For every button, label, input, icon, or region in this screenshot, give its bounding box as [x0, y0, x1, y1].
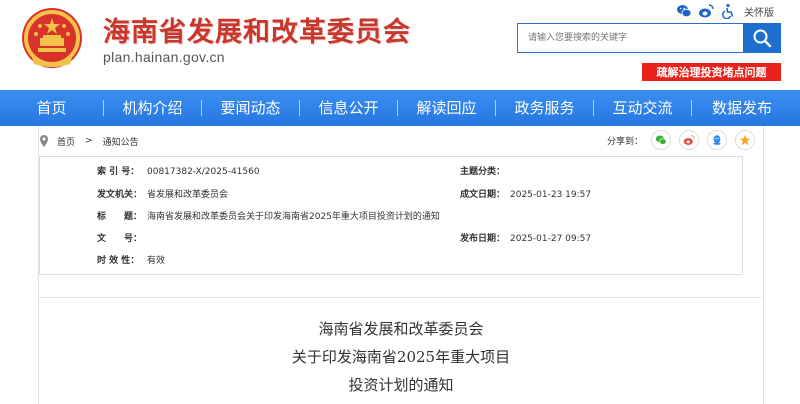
qq-icon — [713, 135, 721, 145]
breadcrumb: 首页 > 通知公告 — [39, 133, 139, 149]
validity-label: 时 效 性： — [97, 256, 140, 266]
published-date-value: 2025-01-27 09:57 — [510, 234, 592, 244]
main-nav: 首页 机构介绍 要闻动态 信息公开 解读回应 政务服务 互动交流 数据发布 — [0, 90, 800, 126]
issuer-value: 省发展和改革委员会 — [147, 190, 229, 200]
meta-row: 文 号： 发布日期： 2025-01-27 09:57 — [40, 230, 744, 248]
title-value: 海南省发展和改革委员会关于印发海南省2025年重大项目投资计划的通知 — [147, 212, 440, 222]
created-date-value: 2025-01-23 19:57 — [510, 190, 592, 200]
nav-item-about[interactable]: 机构介绍 — [104, 90, 201, 126]
search-input[interactable] — [518, 24, 743, 52]
index-number-label: 索 引 号： — [97, 167, 140, 177]
site-domain: plan.hainan.gov.cn — [103, 49, 225, 65]
meta-row: 时 效 性： 有效 — [40, 252, 744, 270]
breadcrumb-home[interactable]: 首页 — [57, 135, 75, 148]
document-title-line: 投资计划的通知 — [348, 376, 454, 394]
care-version-link[interactable]: 关怀版 — [744, 4, 774, 19]
meta-row: 标 题： 海南省发展和改革委员会关于印发海南省2025年重大项目投资计划的通知 — [40, 208, 744, 226]
index-number-value: 00817382-X/2025-41560 — [147, 167, 260, 177]
weibo-icon[interactable] — [698, 3, 714, 19]
national-emblem-icon[interactable] — [20, 6, 84, 70]
topic-category-label: 主题分类： — [460, 167, 506, 177]
weibo-icon — [683, 134, 695, 145]
wechat-icon — [655, 135, 667, 145]
share-label: 分享到： — [606, 136, 643, 147]
nav-item-services[interactable]: 政务服务 — [496, 90, 593, 126]
meta-row: 发文机关： 省发展和改革委员会 成文日期： 2025-01-23 19:57 — [40, 186, 744, 204]
title-label: 标 题： — [97, 212, 143, 222]
nav-item-news[interactable]: 要闻动态 — [202, 90, 299, 126]
breadcrumb-current[interactable]: 通知公告 — [103, 135, 139, 148]
document-title-line: 关于印发海南省2025年重大项目 — [291, 348, 511, 366]
article-container: 首页 > 通知公告 分享到： 索 引 号： 00817382-X/2025-41… — [38, 126, 764, 404]
published-date-label: 发布日期： — [460, 234, 506, 244]
share-qq-button[interactable] — [707, 130, 727, 150]
document-title-line: 海南省发展和改革委员会 — [318, 320, 484, 338]
breadcrumb-separator: > — [85, 136, 93, 146]
site-header: 海南省发展和改革委员会 plan.hainan.gov.cn 关怀版 疏解治理投… — [0, 0, 800, 90]
site-title[interactable]: 海南省发展和改革委员会 — [103, 10, 411, 49]
star-icon — [739, 134, 751, 146]
search-icon — [753, 29, 772, 48]
investment-issue-banner[interactable]: 疏解治理投资堵点问题 — [642, 63, 781, 81]
nav-item-interpretation[interactable]: 解读回应 — [398, 90, 495, 126]
nav-item-home[interactable]: 首页 — [0, 90, 103, 126]
top-utility-bar: 关怀版 — [676, 3, 774, 19]
validity-value: 有效 — [147, 256, 166, 266]
document-metadata-table: 索 引 号： 00817382-X/2025-41560 主题分类： 发文机关：… — [39, 156, 743, 275]
created-date-label: 成文日期： — [460, 190, 506, 200]
nav-item-disclosure[interactable]: 信息公开 — [300, 90, 397, 126]
nav-item-interaction[interactable]: 互动交流 — [594, 90, 691, 126]
share-weibo-button[interactable] — [679, 130, 699, 150]
share-bar: 分享到： — [607, 130, 755, 150]
issuer-label: 发文机关： — [97, 190, 143, 200]
accessibility-icon[interactable] — [720, 3, 736, 19]
section-divider — [39, 297, 763, 298]
share-favorite-button[interactable] — [735, 130, 755, 150]
location-pin-icon — [40, 135, 48, 147]
nav-item-data[interactable]: 数据发布 — [692, 90, 792, 126]
document-number-label: 文 号： — [97, 234, 143, 244]
search-button[interactable] — [743, 23, 781, 53]
share-wechat-button[interactable] — [651, 130, 671, 150]
search-box — [517, 23, 743, 53]
meta-row: 索 引 号： 00817382-X/2025-41560 主题分类： — [40, 163, 744, 181]
wechat-icon[interactable] — [676, 3, 692, 19]
